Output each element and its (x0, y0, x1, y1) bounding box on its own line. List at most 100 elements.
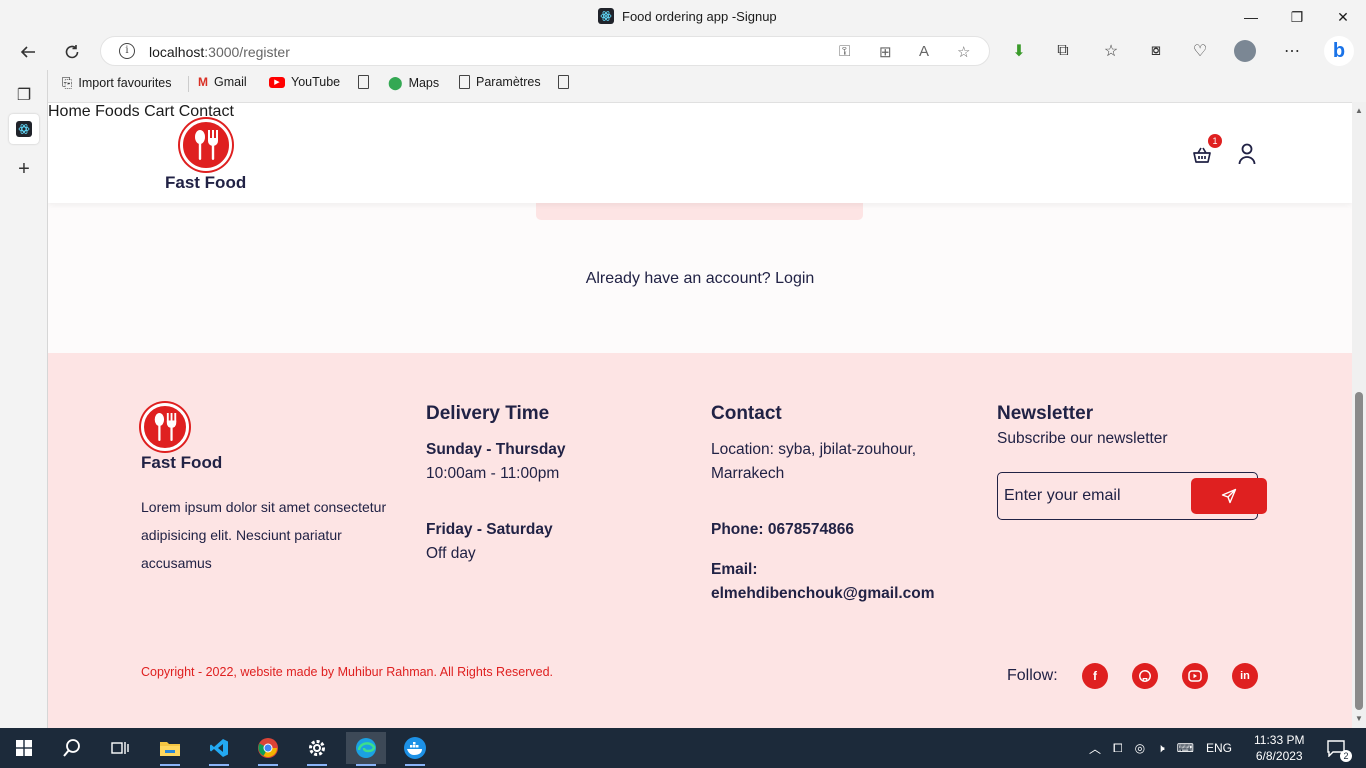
fav-gmail[interactable]: M Gmail (198, 75, 247, 89)
gmail-icon: M (198, 75, 208, 89)
cart-icon[interactable] (1192, 145, 1212, 165)
nav-contact[interactable]: Contact (179, 103, 234, 120)
clock-time: 11:33 PM (1254, 733, 1305, 747)
extensions-icon[interactable]: ⧉ (1052, 40, 1074, 62)
address-bar[interactable]: i localhost:3000/register ⚿ ⊞ A ☆ (100, 36, 990, 66)
newsletter-subtitle: Subscribe our newsletter (997, 430, 1168, 447)
fav-youtube[interactable]: ▶ YouTube (269, 75, 340, 89)
scroll-up-arrow-icon[interactable]: ▲ (1355, 106, 1363, 115)
refresh-button[interactable] (57, 38, 87, 66)
contact-heading: Contact (711, 403, 782, 424)
file-explorer-icon[interactable] (150, 732, 190, 766)
signup-form-bottom (536, 203, 863, 220)
download-extension-icon[interactable]: ⬇ (1008, 40, 1030, 62)
window-titlebar: Food ordering app -Signup — ❐ ✕ (0, 0, 1366, 34)
keyboard-icon[interactable]: ⌨ (1177, 741, 1194, 755)
document-icon (459, 75, 470, 89)
edge-sidebar: ❐ + (0, 70, 48, 728)
refresh-icon (65, 45, 79, 59)
windows-start-icon[interactable] (4, 732, 44, 764)
contact-phone: Phone: 0678574866 (711, 521, 855, 538)
delivery-heading: Delivery Time (426, 403, 550, 424)
contact-column: Contact Location: syba, jbilat-zouhour, … (711, 403, 951, 606)
divider (188, 76, 189, 92)
maps-icon: ⬤ (388, 75, 403, 90)
performance-icon[interactable]: ♡ (1189, 40, 1211, 62)
fav-document-2[interactable] (558, 75, 569, 89)
favourites-bar: ⎘ Import favourites M Gmail ▶ YouTube ⬤ Maps… (48, 70, 1366, 98)
collections-icon[interactable]: ⧇ (1145, 40, 1167, 62)
profile-avatar[interactable] (1234, 40, 1256, 62)
globe-icon[interactable]: ◎ (1135, 741, 1145, 755)
edge-icon[interactable] (346, 732, 386, 766)
fav-parametres[interactable]: Paramètres (459, 75, 541, 89)
close-button[interactable]: ✕ (1320, 0, 1366, 34)
fav-maps[interactable]: ⬤ Maps (388, 75, 439, 91)
nav-cart[interactable]: Cart (144, 103, 174, 120)
language-indicator[interactable]: ENG (1206, 741, 1232, 755)
site-logo[interactable]: Fast Food (165, 119, 246, 193)
site-info-icon[interactable]: i (119, 43, 135, 59)
newsletter-heading: Newsletter (997, 403, 1094, 424)
maximize-button[interactable]: ❐ (1274, 0, 1320, 34)
delivery-days-1: Sunday - Thursday (426, 441, 566, 458)
url-text[interactable]: localhost:3000/register (149, 44, 290, 60)
system-tray: ︿ ⧠ ◎ 🕨 ⌨ ENG (1089, 728, 1232, 768)
github-icon[interactable] (1132, 663, 1158, 689)
settings-gear-icon[interactable] (297, 732, 337, 766)
notification-center-icon[interactable]: 2 (1318, 732, 1354, 764)
task-view-icon[interactable] (100, 732, 140, 764)
favorites-icon[interactable]: ☆ (1100, 40, 1122, 62)
back-arrow-icon (20, 46, 35, 58)
react-icon (598, 8, 614, 24)
fork-spoon-icon (141, 403, 189, 451)
nav-foods[interactable]: Foods (95, 103, 139, 120)
contact-location: Location: syba, jbilat-zouhour, Marrakec… (711, 441, 917, 482)
fork-spoon-icon (179, 119, 232, 171)
linkedin-icon[interactable]: in (1232, 663, 1258, 689)
back-button[interactable] (13, 38, 43, 66)
user-icon[interactable] (1238, 143, 1256, 165)
page-viewport: Fast Food Home Foods Cart Contact 1 Alre… (48, 102, 1352, 728)
search-icon[interactable] (52, 732, 92, 764)
bing-chat-icon[interactable]: b (1324, 36, 1354, 66)
favorite-star-icon[interactable]: ☆ (957, 43, 970, 61)
youtube-icon[interactable] (1182, 663, 1208, 689)
page-scrollbar[interactable]: ▲ ▼ (1352, 102, 1366, 728)
footer-description: Lorem ipsum dolor sit amet consectetur a… (141, 499, 387, 571)
minimize-button[interactable]: — (1228, 0, 1274, 34)
scroll-down-arrow-icon[interactable]: ▼ (1355, 714, 1363, 723)
fav-import-favourites[interactable]: ⎘ Import favourites (62, 75, 172, 91)
delivery-hours-2: Off day (426, 545, 476, 562)
vertical-tab-react-icon[interactable] (9, 114, 39, 144)
fav-document[interactable] (358, 75, 369, 89)
scrollbar-thumb[interactable] (1355, 392, 1363, 710)
newsletter-send-button[interactable] (1191, 478, 1267, 514)
document-icon (358, 75, 369, 89)
tab-actions-icon[interactable]: ❐ (9, 80, 39, 110)
more-options-icon[interactable]: ⋯ (1281, 40, 1303, 62)
app-available-icon[interactable]: ⊞ (879, 43, 892, 61)
system-clock[interactable]: 11:33 PM 6/8/2023 (1254, 732, 1304, 764)
volume-muted-icon[interactable]: 🕨 (1157, 741, 1165, 756)
key-icon[interactable]: ⚿ (839, 43, 850, 60)
nav-home[interactable]: Home (48, 103, 91, 120)
copyright-text: Copyright - 2022, website made by Muhibu… (141, 665, 554, 679)
footer-logo[interactable]: Fast Food (141, 403, 222, 473)
login-link[interactable]: Already have an account? Login (48, 270, 1352, 288)
newsletter-email-input[interactable]: Enter your email (1004, 487, 1121, 505)
network-drive-icon[interactable]: ⧠ (1113, 741, 1123, 756)
docker-icon[interactable] (395, 732, 435, 766)
window-title: Food ordering app -Signup (598, 8, 777, 24)
facebook-icon[interactable]: f (1082, 663, 1108, 689)
delivery-days-2: Friday - Saturday (426, 521, 553, 538)
youtube-icon: ▶ (269, 76, 285, 88)
chrome-icon[interactable] (248, 732, 288, 766)
chevron-up-icon[interactable]: ︿ (1089, 740, 1101, 757)
new-tab-plus-icon[interactable]: + (9, 154, 39, 184)
cart-count-badge: 1 (1208, 134, 1222, 148)
vscode-icon[interactable] (199, 732, 239, 766)
read-aloud-icon[interactable]: A (919, 43, 929, 60)
contact-email-label: Email: (711, 561, 758, 578)
site-header: Fast Food Home Foods Cart Contact 1 (48, 103, 1352, 203)
